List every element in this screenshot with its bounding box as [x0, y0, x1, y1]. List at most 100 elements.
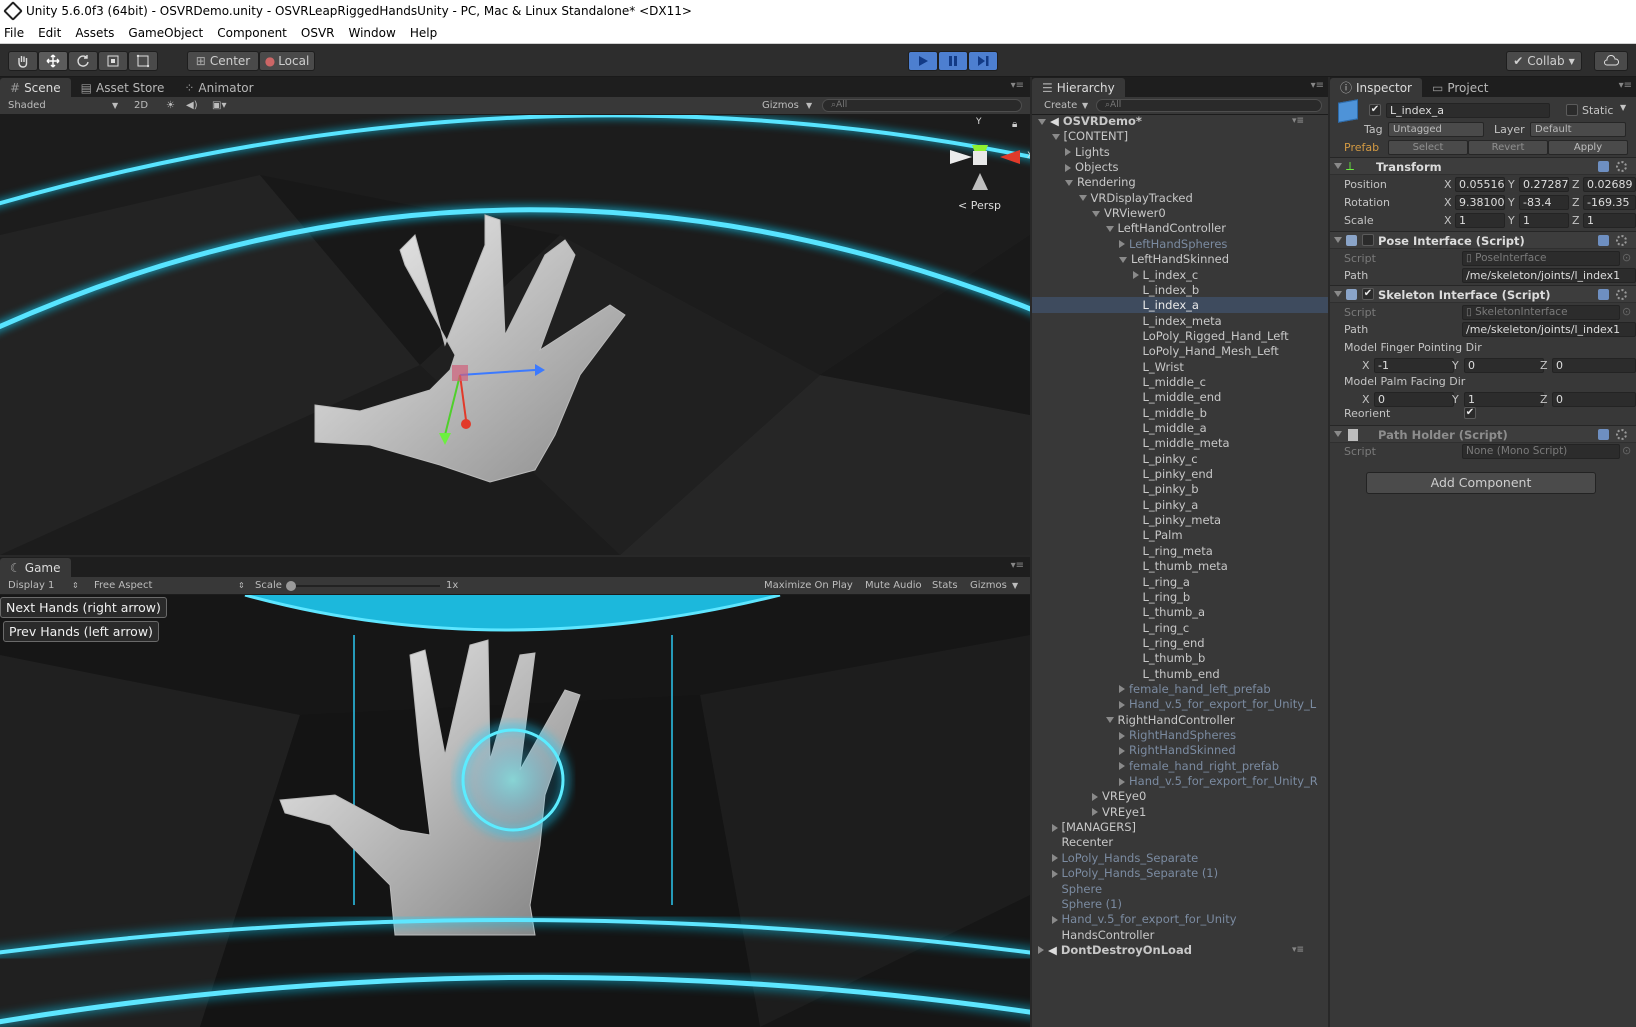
- axis-x-label[interactable]: X: [1444, 214, 1452, 227]
- hierarchy-item[interactable]: L_middle_end: [1133, 389, 1222, 405]
- collapsed-arrow-icon[interactable]: [1065, 148, 1071, 157]
- object-picker-icon[interactable]: ⊙: [1622, 444, 1631, 457]
- scale-slider-thumb[interactable]: [286, 581, 296, 591]
- hierarchy-item[interactable]: HandsController: [1052, 927, 1155, 943]
- tab-animator[interactable]: ⁘ Animator: [174, 78, 263, 97]
- hierarchy-search-input[interactable]: ⌕All: [1096, 99, 1322, 112]
- axis-x-label[interactable]: X: [1362, 393, 1370, 406]
- hierarchy-item[interactable]: L_ring_meta: [1133, 543, 1213, 559]
- axis-z-label[interactable]: Z: [1572, 178, 1580, 191]
- gizmos-dropdown[interactable]: Gizmos: [762, 100, 799, 111]
- hierarchy-item[interactable]: Lights: [1065, 144, 1110, 160]
- display-dropdown[interactable]: Display 1: [8, 580, 54, 591]
- menu-help[interactable]: Help: [410, 26, 437, 40]
- collapsed-arrow-icon[interactable]: [1119, 762, 1125, 771]
- hierarchy-item[interactable]: LeftHandSpheres: [1119, 236, 1227, 252]
- hierarchy-item[interactable]: L_middle_meta: [1133, 435, 1230, 451]
- layer-dropdown[interactable]: Default: [1530, 122, 1626, 137]
- tab-asset-store[interactable]: ▤ Asset Store: [71, 78, 175, 97]
- hierarchy-item[interactable]: RightHandSpheres: [1119, 727, 1236, 743]
- hierarchy-item[interactable]: RightHandController: [1105, 712, 1235, 728]
- reorient-checkbox[interactable]: ✔: [1464, 407, 1476, 419]
- help-book-icon[interactable]: [1598, 289, 1609, 300]
- path-holder-header[interactable]: Path Holder (Script): [1330, 425, 1636, 443]
- pivot-center-toggle[interactable]: ⊞ Center: [187, 51, 259, 71]
- skeleton-interface-header[interactable]: ✔ Skeleton Interface (Script): [1330, 285, 1636, 303]
- hierarchy-item[interactable]: L_thumb_meta: [1133, 558, 1228, 574]
- foldout-icon[interactable]: [1334, 237, 1342, 243]
- collapsed-arrow-icon[interactable]: [1051, 915, 1058, 924]
- hierarchy-item[interactable]: Sphere (1): [1052, 896, 1122, 912]
- help-book-icon[interactable]: [1598, 161, 1609, 172]
- collapsed-arrow-icon[interactable]: [1119, 731, 1125, 740]
- effects-dropdown-icon[interactable]: ▣▾: [212, 100, 226, 111]
- object-picker-icon[interactable]: ⊙: [1622, 305, 1631, 318]
- panel-menu-icon[interactable]: ▾≡: [1011, 560, 1024, 571]
- scene-menu-icon[interactable]: ▾≡: [1292, 113, 1304, 129]
- expanded-arrow-icon[interactable]: [1105, 225, 1114, 232]
- rotation-y-field[interactable]: -83.4: [1519, 195, 1569, 210]
- gear-icon[interactable]: [1616, 289, 1627, 300]
- hierarchy-item[interactable]: VREye1: [1092, 804, 1146, 820]
- axis-y-label[interactable]: Y: [1508, 196, 1515, 209]
- position-z-field[interactable]: 0.02689: [1583, 177, 1636, 192]
- skeleton-path-field[interactable]: /me/skeleton/joints/l_index1: [1462, 322, 1636, 337]
- hierarchy-item[interactable]: L_ring_c: [1133, 620, 1190, 636]
- create-dropdown[interactable]: Create: [1044, 100, 1077, 111]
- hierarchy-item[interactable]: LoPoly_Hands_Separate (1): [1051, 865, 1218, 881]
- scale-tool-button[interactable]: [98, 51, 128, 71]
- panel-menu-icon[interactable]: ▾≡: [1311, 80, 1324, 91]
- projection-toggle[interactable]: < Persp: [958, 199, 1001, 212]
- menu-file[interactable]: File: [4, 26, 24, 40]
- hierarchy-item[interactable]: L_pinky_b: [1133, 481, 1199, 497]
- hierarchy-item[interactable]: L_pinky_end: [1133, 466, 1213, 482]
- axis-z-label[interactable]: Z: [1572, 196, 1580, 209]
- scene-search-input[interactable]: ⌕All: [822, 99, 1022, 112]
- skeleton-enabled-checkbox[interactable]: ✔: [1362, 288, 1374, 300]
- prefab-select-button[interactable]: Select: [1388, 140, 1468, 155]
- object-picker-icon[interactable]: ⊙: [1622, 251, 1631, 264]
- panel-menu-icon[interactable]: ▾≡: [1619, 80, 1632, 91]
- pose-path-field[interactable]: /me/skeleton/joints/l_index1: [1462, 268, 1636, 283]
- mode-2d-toggle[interactable]: 2D: [134, 100, 148, 111]
- lighting-toggle-icon[interactable]: ☀: [166, 100, 175, 111]
- collapsed-arrow-icon[interactable]: [1132, 271, 1139, 279]
- axis-x-label[interactable]: X: [1362, 359, 1370, 372]
- next-hands-button[interactable]: Next Hands (right arrow): [0, 597, 167, 618]
- transform-component-header[interactable]: ⟂ Transform: [1330, 157, 1636, 175]
- finger-dir-z-field[interactable]: 0: [1552, 358, 1636, 373]
- hierarchy-item[interactable]: L_index_c: [1132, 267, 1198, 283]
- tag-dropdown[interactable]: Untagged: [1388, 122, 1484, 137]
- play-button[interactable]: [908, 51, 938, 71]
- prefab-revert-button[interactable]: Revert: [1468, 140, 1548, 155]
- menu-window[interactable]: Window: [349, 26, 396, 40]
- pose-interface-header[interactable]: Pose Interface (Script): [1330, 231, 1636, 249]
- rotation-x-field[interactable]: 9.38100: [1455, 195, 1505, 210]
- collapsed-arrow-icon[interactable]: [1051, 823, 1058, 832]
- hierarchy-item[interactable]: L_ring_b: [1133, 589, 1191, 605]
- gear-icon[interactable]: [1616, 161, 1627, 172]
- tab-scene[interactable]: # Scene: [0, 78, 71, 97]
- axis-y-label[interactable]: Y: [1508, 178, 1515, 191]
- palm-dir-y-field[interactable]: 1: [1464, 392, 1544, 407]
- finger-dir-x-field[interactable]: -1: [1374, 358, 1454, 373]
- menu-component[interactable]: Component: [217, 26, 287, 40]
- pivot-local-toggle[interactable]: ● Local: [259, 51, 315, 71]
- audio-toggle-icon[interactable]: ◀): [186, 100, 198, 111]
- hierarchy-item[interactable]: LoPoly_Rigged_Hand_Left: [1133, 328, 1289, 344]
- scene-menu-icon[interactable]: ▾≡: [1292, 942, 1304, 958]
- expanded-arrow-icon[interactable]: [1065, 179, 1073, 186]
- add-component-button[interactable]: Add Component: [1366, 472, 1596, 494]
- hierarchy-item[interactable]: Objects: [1065, 159, 1118, 175]
- shading-mode-dropdown[interactable]: Shaded: [8, 100, 46, 111]
- hierarchy-item[interactable]: L_ring_end: [1133, 635, 1205, 651]
- collapsed-arrow-icon[interactable]: [1065, 163, 1071, 172]
- hierarchy-item[interactable]: L_pinky_meta: [1133, 512, 1222, 528]
- scale-slider[interactable]: [286, 581, 440, 591]
- axis-z-label[interactable]: Z: [1540, 359, 1548, 372]
- hierarchy-item[interactable]: [MANAGERS]: [1051, 819, 1136, 835]
- hierarchy-item[interactable]: Hand_v.5_for_export_for_Unity_L: [1119, 696, 1316, 712]
- hierarchy-item[interactable]: L_middle_a: [1133, 420, 1207, 436]
- prefab-apply-button[interactable]: Apply: [1548, 140, 1628, 155]
- tab-game[interactable]: ☾ Game: [0, 558, 71, 577]
